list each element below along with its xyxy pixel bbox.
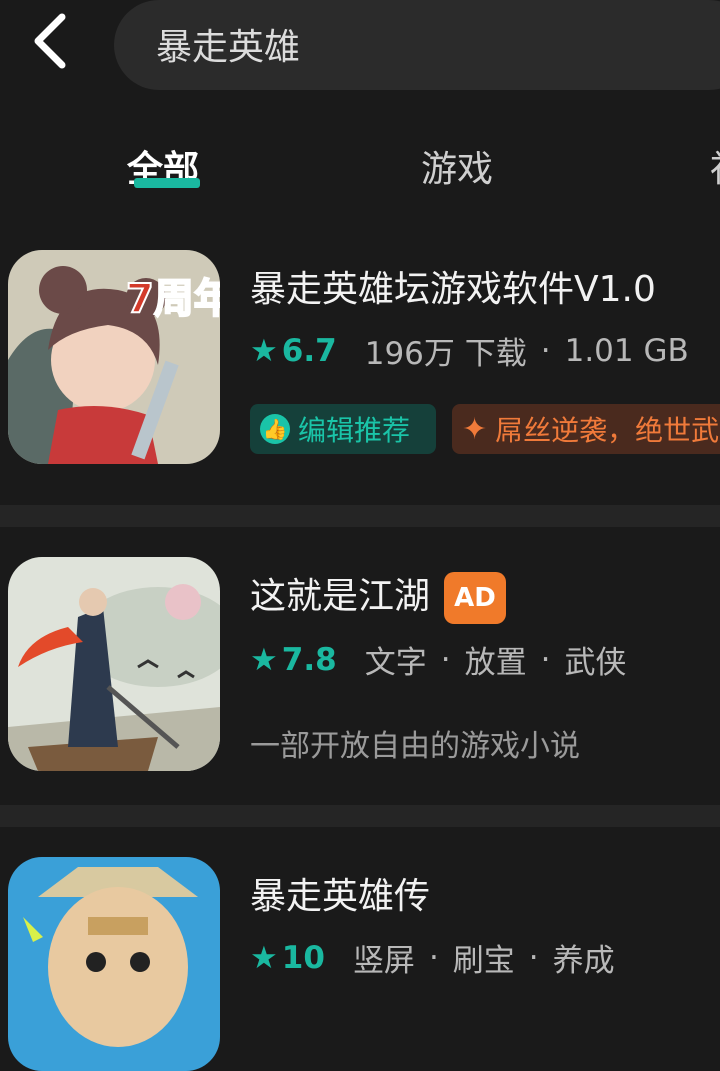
app-rating: ★ 10: [250, 940, 325, 976]
separator-dot: ·: [440, 641, 451, 678]
separator-dot: ·: [540, 332, 551, 369]
search-query-text: 暴走英雄: [156, 27, 301, 68]
app-icon: 7周年: [8, 250, 220, 464]
app-title-text: 这就是江湖: [250, 576, 431, 617]
rating-value: 10: [281, 939, 325, 976]
file-size: 1.01 GB: [564, 332, 689, 369]
app-rating: ★ 6.7: [250, 333, 337, 369]
thumbs-up-icon: 👍: [260, 414, 290, 444]
editor-pick-tag: 👍 编辑推荐: [250, 404, 436, 454]
list-item[interactable]: 这就是江湖 AD ★ 7.8 文字 · 放置 · 武侠 一部开放自由的游戏小说: [0, 527, 720, 805]
tab-games[interactable]: 游戏: [421, 140, 493, 192]
genre-tag: 文字: [364, 645, 427, 681]
app-meta: ★ 10 竖屏 · 刷宝 · 养成: [250, 935, 615, 980]
feature-tag: ✦ 屌丝逆袭，绝世武功: [452, 404, 720, 454]
tag-label: 屌丝逆袭，绝世武功: [495, 414, 720, 447]
section-divider: [0, 505, 720, 527]
genre-tag: 竖屏: [352, 943, 415, 979]
app-meta: ★ 6.7 196万 下载 · 1.01 GB: [250, 328, 689, 373]
sparkle-icon: ✦: [462, 411, 488, 447]
app-title[interactable]: 暴走英雄坛游戏软件V1.0: [250, 260, 656, 312]
app-title[interactable]: 这就是江湖 AD: [250, 567, 507, 624]
top-bar: 暴走英雄: [0, 0, 720, 92]
star-icon: ★: [250, 332, 278, 369]
separator-dot: ·: [428, 939, 439, 976]
icon-badge-text: 7周年: [126, 276, 220, 322]
tab-community[interactable]: 社: [710, 140, 720, 192]
genre-tag: 养成: [552, 943, 615, 979]
genre-tag: 武侠: [564, 645, 627, 681]
app-icon: [8, 857, 220, 1071]
star-icon: ★: [250, 641, 278, 678]
list-item[interactable]: 7周年 暴走英雄坛游戏软件V1.0 ★ 6.7 196万 下载 · 1.01 G…: [0, 230, 720, 505]
section-divider: [0, 805, 720, 827]
search-input[interactable]: 暴走英雄: [114, 0, 720, 90]
active-tab-indicator: [134, 178, 200, 188]
genre-tag: 放置: [464, 645, 527, 681]
rating-value: 6.7: [281, 332, 337, 369]
rating-value: 7.8: [281, 641, 337, 678]
app-meta: ★ 7.8 文字 · 放置 · 武侠: [250, 637, 626, 682]
app-title[interactable]: 暴走英雄传: [250, 867, 430, 919]
separator-dot: ·: [528, 939, 539, 976]
ad-badge: AD: [444, 572, 507, 624]
list-item[interactable]: 暴走英雄传 ★ 10 竖屏 · 刷宝 · 养成: [0, 827, 720, 1071]
download-count: 196万 下载: [364, 336, 527, 372]
genre-tag: 刷宝: [452, 943, 515, 979]
separator-dot: ·: [540, 641, 551, 678]
app-description: 一部开放自由的游戏小说: [250, 729, 580, 764]
star-icon: ★: [250, 939, 278, 976]
tab-bar: 全部 游戏 社: [0, 140, 720, 200]
app-icon: [8, 557, 220, 771]
app-rating: ★ 7.8: [250, 642, 337, 678]
chevron-left-icon: [34, 13, 66, 69]
tag-label: 编辑推荐: [298, 414, 411, 447]
back-button[interactable]: [22, 10, 78, 72]
